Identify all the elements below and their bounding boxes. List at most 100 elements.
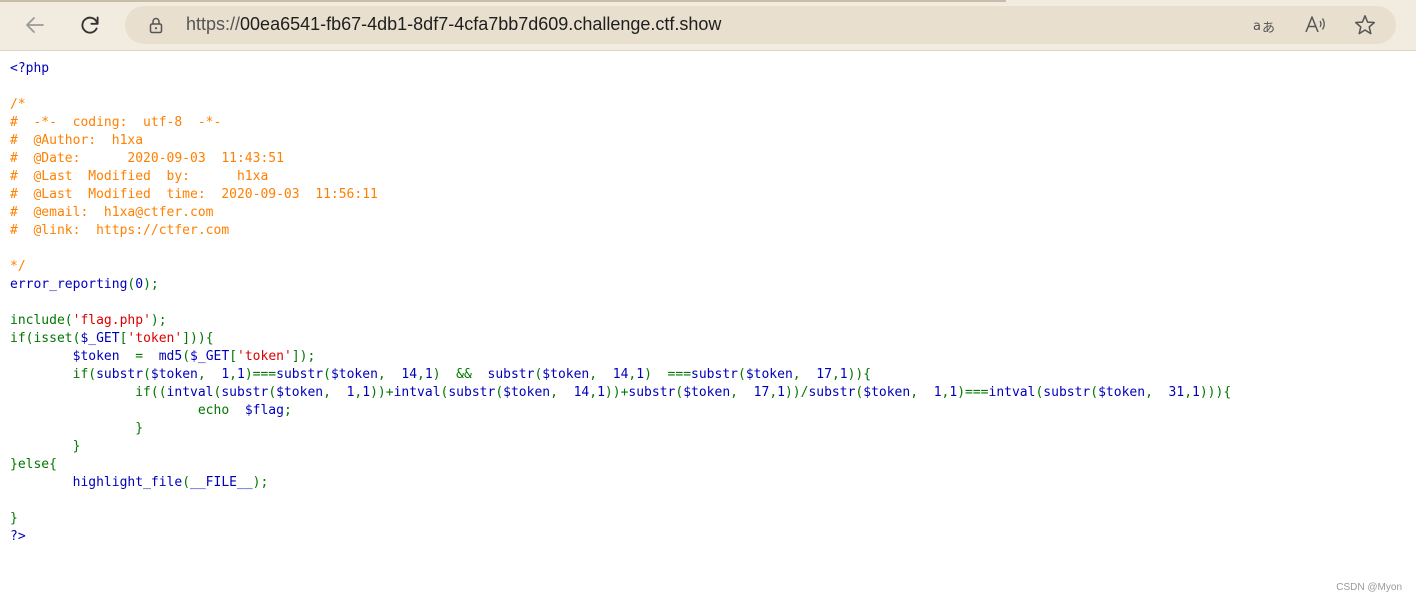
code-token: __FILE__ [190, 475, 253, 490]
code-token: , [323, 385, 347, 400]
code-token: highlight_file [72, 475, 183, 490]
code-token: , [769, 385, 778, 400]
code-line: if((intval(substr($token, 1,1))+intval(s… [10, 384, 1231, 402]
code-line: # -*- coding: utf-8 -*- [10, 114, 1231, 132]
code-token: $token [276, 385, 324, 400]
code-token: )=== [244, 367, 277, 382]
code-token: [ [229, 349, 238, 364]
code-line: } [10, 438, 1231, 456]
code-line: # @Last Modified by: h1xa [10, 168, 1231, 186]
code-token: 31 [1168, 385, 1185, 400]
code-token: $token [150, 367, 198, 382]
favorite-button[interactable] [1353, 13, 1377, 37]
code-token: /* [10, 97, 26, 112]
code-token: $flag [244, 403, 284, 418]
code-line: <?php [10, 60, 1231, 78]
code-token: substr [487, 367, 535, 382]
code-token: 1 [362, 385, 371, 400]
code-line: } [10, 510, 1231, 528]
code-token: # @email: h1xa@ctfer.com [10, 205, 214, 220]
code-token: , [792, 367, 817, 382]
code-token: )=== [957, 385, 989, 400]
code-line: # @Last Modified time: 2020-09-03 11:56:… [10, 186, 1231, 204]
code-line: if(isset($_GET['token'])){ [10, 330, 1231, 348]
code-token: if( [10, 367, 97, 382]
php-source-code: <?php /* # -*- coding: utf-8 -*- # @Author:… [10, 60, 1231, 546]
code-token: = [135, 349, 159, 364]
code-token: */ [10, 259, 26, 274]
star-icon [1354, 15, 1376, 35]
code-token: 14 [612, 367, 629, 382]
code-token: 1 [237, 367, 245, 382]
code-token: ( [323, 367, 331, 382]
code-token: 1 [597, 385, 605, 400]
reload-icon [81, 16, 99, 34]
code-token: ; [283, 403, 292, 418]
code-token: 1 [933, 385, 942, 400]
code-token: ); [143, 277, 159, 292]
code-token: 1 [839, 367, 848, 382]
translate-icon: a あ [1253, 19, 1275, 36]
code-token: include( [10, 313, 73, 328]
code-token: substr [96, 367, 144, 382]
code-token: $token [503, 385, 551, 400]
code-token: ) === [644, 367, 692, 382]
code-token: 14 [401, 367, 418, 382]
translate-button[interactable]: a あ [1252, 13, 1276, 37]
code-token: , [589, 367, 613, 382]
code-token: 1 [1192, 385, 1200, 400]
address-bar[interactable]: https://00ea6541-fb67-4db1-8df7-4cfa7bb7… [125, 6, 1396, 44]
code-token: # @link: https://ctfer.com [10, 223, 230, 238]
code-token: 1 [777, 385, 785, 400]
code-line: echo $flag; [10, 402, 1231, 420]
code-token: 1 [424, 367, 433, 382]
code-token: md5 [158, 349, 183, 364]
code-token: # @Last Modified time: 2020-09-03 11:56:… [10, 187, 378, 202]
code-token: $token [863, 385, 911, 400]
code-line: */ [10, 258, 1231, 276]
code-token: 1 [949, 385, 958, 400]
read-aloud-button[interactable] [1303, 13, 1327, 37]
code-token: # -*- coding: utf-8 -*- [10, 115, 222, 130]
code-token: 'token' [237, 349, 292, 364]
code-line: /* [10, 96, 1231, 114]
code-token: 'token' [127, 331, 183, 346]
code-token: , [377, 367, 402, 382]
code-token: , [229, 367, 237, 382]
code-token: ( [495, 385, 504, 400]
code-line: # @link: https://ctfer.com [10, 222, 1231, 240]
lock-icon[interactable] [147, 16, 165, 34]
code-line: # @Author: h1xa [10, 132, 1231, 150]
code-token: ))){ [1199, 385, 1232, 400]
code-token: 1 [221, 367, 230, 382]
code-token: substr [448, 385, 496, 400]
code-line: } [10, 420, 1231, 438]
read-aloud-icon [1305, 16, 1325, 33]
url-field[interactable]: https://00ea6541-fb67-4db1-8df7-4cfa7bb7… [186, 14, 721, 35]
reload-button[interactable] [73, 8, 107, 42]
code-token: $token [745, 367, 793, 382]
svg-text:あ: あ [1262, 21, 1275, 36]
code-line: $token = md5($_GET['token']); [10, 348, 1231, 366]
code-token: ( [738, 367, 746, 382]
code-token: 17 [816, 367, 832, 382]
code-token: ( [143, 367, 151, 382]
code-token: intval [166, 385, 214, 400]
back-button[interactable] [18, 8, 52, 42]
code-token: , [589, 385, 598, 400]
code-token: , [730, 385, 754, 400]
csdn-watermark: CSDN @Myon⁩ [1336, 582, 1402, 593]
code-token: } [10, 511, 18, 526]
code-token: # @Author: h1xa [10, 133, 144, 148]
code-token: substr [221, 385, 269, 400]
code-line: # @Date: 2020-09-03 11:43:51 [10, 150, 1231, 168]
code-token: $_GET [80, 331, 120, 346]
code-token: if(( [10, 385, 167, 400]
code-token: , [910, 385, 934, 400]
code-token: echo [10, 403, 245, 418]
code-token: , [197, 367, 222, 382]
